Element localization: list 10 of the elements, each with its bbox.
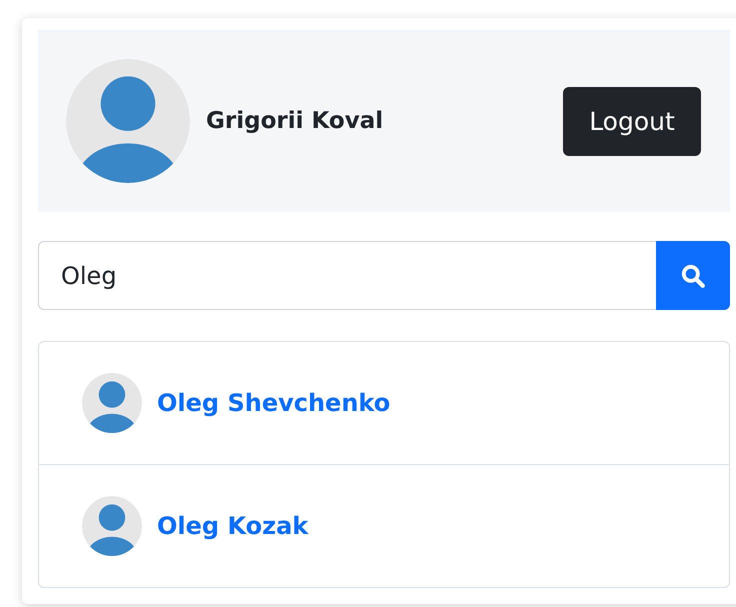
user-link[interactable]: Oleg Shevchenko bbox=[157, 389, 390, 417]
search-button[interactable] bbox=[656, 241, 730, 310]
user-link[interactable]: Oleg Kozak bbox=[157, 512, 308, 540]
avatar-icon bbox=[82, 496, 142, 556]
search-field[interactable]: Oleg bbox=[38, 241, 656, 310]
avatar-icon bbox=[82, 373, 142, 433]
user-name: Grigorii Koval bbox=[206, 108, 384, 134]
logout-button[interactable]: Logout bbox=[563, 86, 701, 156]
avatar-icon bbox=[66, 59, 190, 183]
search-icon bbox=[680, 262, 706, 288]
